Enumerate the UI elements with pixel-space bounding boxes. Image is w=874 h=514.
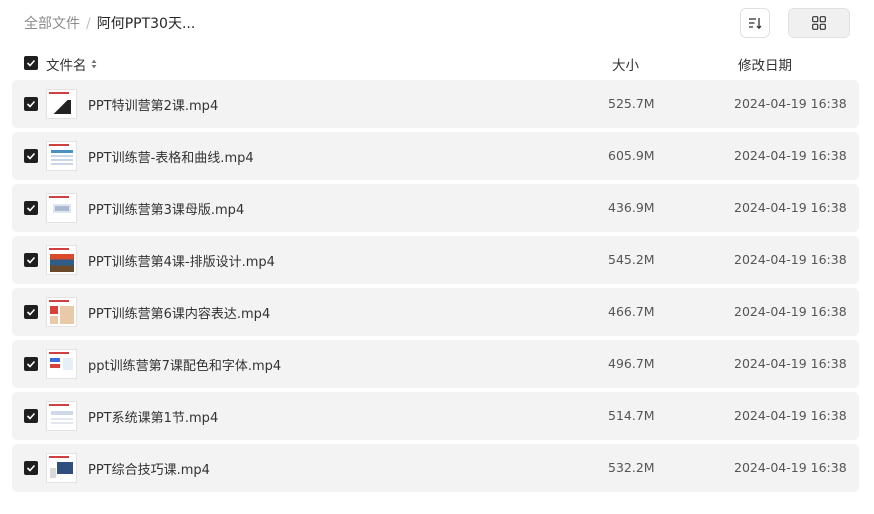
file-name[interactable]: PPT训练营第6课内容表达.mp4 (88, 303, 270, 322)
video-thumbnail (46, 141, 77, 171)
video-thumbnail (46, 245, 77, 275)
breadcrumb: 全部文件 / 阿何PPT30天... (24, 14, 195, 34)
file-modified-date: 2024-04-19 16:38 (734, 356, 847, 371)
sort-button[interactable] (740, 8, 770, 38)
checkmark-icon (26, 59, 36, 67)
file-row[interactable]: PPT综合技巧课.mp4 532.2M 2024-04-19 16:38 (12, 444, 859, 492)
file-name[interactable]: PPT训练营-表格和曲线.mp4 (88, 147, 254, 166)
file-name[interactable]: PPT训练营第4课-排版设计.mp4 (88, 251, 275, 270)
breadcrumb-current-folder: 阿何PPT30天... (96, 16, 196, 32)
select-all-checkbox[interactable] (24, 56, 38, 70)
grid-view-button[interactable] (789, 9, 849, 37)
file-size: 496.7M (608, 356, 655, 371)
column-header-row: 文件名 大小 修改日期 (12, 52, 859, 76)
file-modified-date: 2024-04-19 16:38 (734, 460, 847, 475)
file-checkbox[interactable] (24, 305, 38, 319)
file-row[interactable]: ppt训练营第7课配色和字体.mp4 496.7M 2024-04-19 16:… (12, 340, 859, 388)
size-column-header[interactable]: 大小 (612, 54, 639, 74)
checkmark-icon (26, 464, 36, 472)
file-checkbox[interactable] (24, 409, 38, 423)
file-name[interactable]: PPT系统课第1节.mp4 (88, 407, 218, 426)
file-row[interactable]: PPT训练营第6课内容表达.mp4 466.7M 2024-04-19 16:3… (12, 288, 859, 336)
checkmark-icon (26, 152, 36, 160)
file-size: 466.7M (608, 304, 655, 319)
name-column-header[interactable]: 文件名 (46, 54, 97, 74)
file-size: 605.9M (608, 148, 655, 163)
file-modified-date: 2024-04-19 16:38 (734, 304, 847, 319)
file-checkbox[interactable] (24, 357, 38, 371)
checkmark-icon (26, 204, 36, 212)
checkmark-icon (26, 256, 36, 264)
file-size: 532.2M (608, 460, 655, 475)
checkmark-icon (26, 308, 36, 316)
file-name[interactable]: PPT综合技巧课.mp4 (88, 459, 210, 478)
file-name[interactable]: ppt训练营第7课配色和字体.mp4 (88, 355, 281, 374)
file-checkbox[interactable] (24, 253, 38, 267)
grid-view-icon (812, 16, 826, 30)
file-row[interactable]: PPT系统课第1节.mp4 514.7M 2024-04-19 16:38 (12, 392, 859, 440)
file-modified-date: 2024-04-19 16:38 (734, 96, 847, 111)
file-list: PPT特训营第2课.mp4 525.7M 2024-04-19 16:38 PP… (12, 80, 859, 496)
file-row[interactable]: PPT训练营第3课母版.mp4 436.9M 2024-04-19 16:38 (12, 184, 859, 232)
sort-caret-icon (91, 59, 97, 69)
file-checkbox[interactable] (24, 201, 38, 215)
file-modified-date: 2024-04-19 16:38 (734, 408, 847, 423)
video-thumbnail (46, 297, 77, 327)
video-thumbnail (46, 453, 77, 483)
file-size: 525.7M (608, 96, 655, 111)
file-modified-date: 2024-04-19 16:38 (734, 200, 847, 215)
file-modified-date: 2024-04-19 16:38 (734, 252, 847, 267)
file-modified-date: 2024-04-19 16:38 (734, 148, 847, 163)
file-row[interactable]: PPT训练营第4课-排版设计.mp4 545.2M 2024-04-19 16:… (12, 236, 859, 284)
file-size: 514.7M (608, 408, 655, 423)
file-size: 545.2M (608, 252, 655, 267)
checkmark-icon (26, 100, 36, 108)
file-checkbox[interactable] (24, 97, 38, 111)
file-checkbox[interactable] (24, 149, 38, 163)
file-row[interactable]: PPT特训营第2课.mp4 525.7M 2024-04-19 16:38 (12, 80, 859, 128)
checkmark-icon (26, 360, 36, 368)
file-row[interactable]: PPT训练营-表格和曲线.mp4 605.9M 2024-04-19 16:38 (12, 132, 859, 180)
video-thumbnail (46, 401, 77, 431)
video-thumbnail (46, 349, 77, 379)
video-thumbnail (46, 89, 77, 119)
file-checkbox[interactable] (24, 461, 38, 475)
file-name[interactable]: PPT训练营第3课母版.mp4 (88, 199, 244, 218)
checkmark-icon (26, 412, 36, 420)
name-column-label: 文件名 (46, 58, 87, 74)
breadcrumb-separator: / (86, 16, 91, 32)
file-size: 436.9M (608, 200, 655, 215)
breadcrumb-root-link[interactable]: 全部文件 (24, 16, 80, 32)
modified-column-header[interactable]: 修改日期 (738, 54, 792, 74)
file-name[interactable]: PPT特训营第2课.mp4 (88, 95, 218, 114)
view-toggle (788, 8, 850, 38)
top-bar: 全部文件 / 阿何PPT30天... (0, 0, 874, 48)
sort-icon (749, 18, 762, 30)
video-thumbnail (46, 193, 77, 223)
